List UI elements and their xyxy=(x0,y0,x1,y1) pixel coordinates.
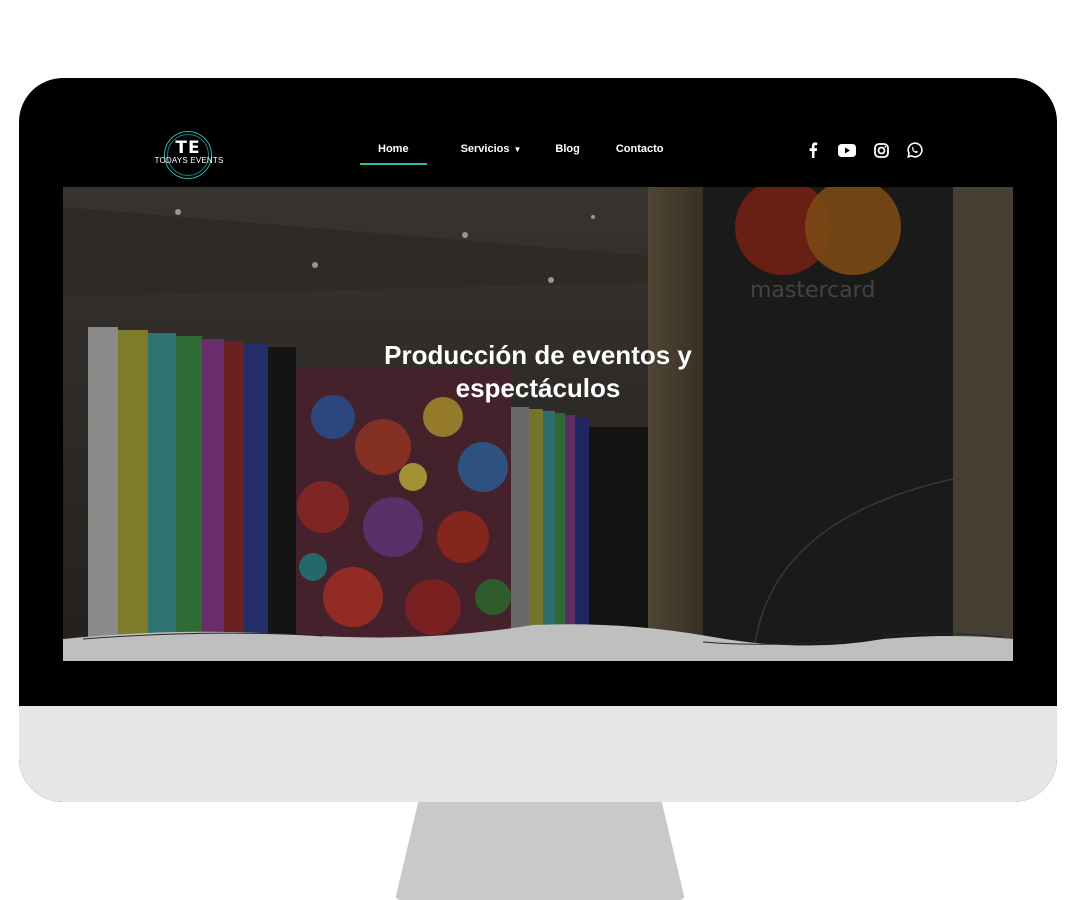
monitor-chin xyxy=(19,706,1057,802)
main-nav: Home Servicios ▼ Blog Contacto xyxy=(360,127,698,187)
nav-blog-label: Blog xyxy=(555,143,580,155)
nav-contacto-label: Contacto xyxy=(615,143,664,155)
monitor-stand xyxy=(395,802,685,900)
logo-name: TODAYS EVENTS xyxy=(154,156,224,165)
whatsapp-icon[interactable] xyxy=(905,140,925,160)
site-logo[interactable]: TE TODAYS EVENTS xyxy=(151,131,231,181)
chevron-down-icon: ▼ xyxy=(513,145,522,154)
site-header: TE TODAYS EVENTS Home Servicios ▼ Blog Co… xyxy=(63,127,1013,187)
nav-home-label: Home xyxy=(378,143,409,155)
hero-title: Producción de eventos y espectáculos xyxy=(384,340,692,403)
nav-servicios-label: Servicios xyxy=(460,143,510,155)
youtube-icon[interactable] xyxy=(837,140,857,160)
website-screen: TE TODAYS EVENTS Home Servicios ▼ Blog Co… xyxy=(63,127,1013,661)
facebook-icon[interactable] xyxy=(803,140,823,160)
logo-monogram: TE xyxy=(175,138,201,158)
nav-contacto[interactable]: Contacto xyxy=(616,127,664,187)
nav-servicios[interactable]: Servicios ▼ xyxy=(461,127,522,187)
hero-video-background: mastercard xyxy=(63,187,1013,661)
nav-blog[interactable]: Blog xyxy=(555,127,579,187)
instagram-icon[interactable] xyxy=(871,140,891,160)
nav-home[interactable]: Home xyxy=(360,127,426,187)
hero-section: mastercard Producción de eventos y espec… xyxy=(63,187,1013,661)
social-links xyxy=(803,140,925,160)
